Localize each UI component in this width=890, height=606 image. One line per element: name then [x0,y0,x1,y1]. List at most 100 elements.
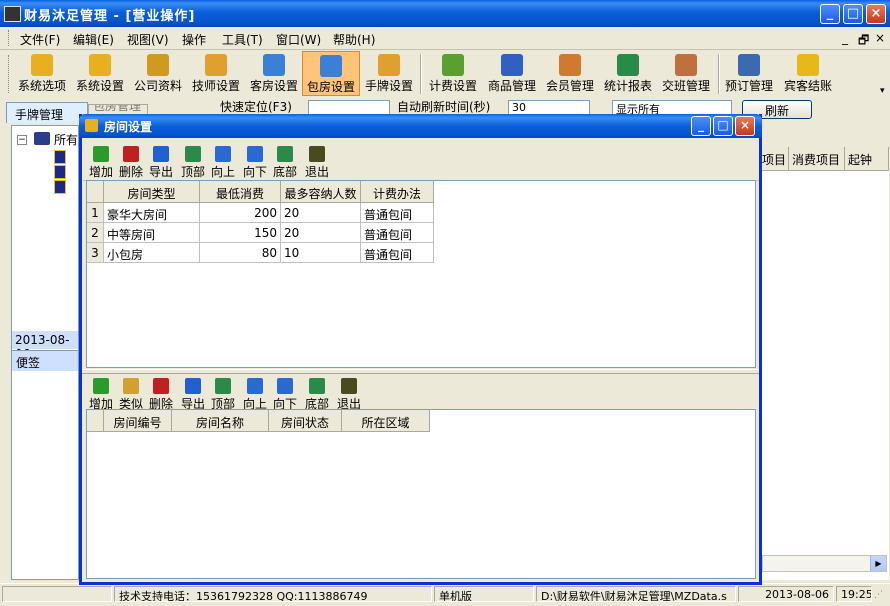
cell-min-spend[interactable]: 150 [200,223,281,243]
cell-room-type[interactable]: 中等房间 [104,223,200,243]
exit-icon [341,378,357,394]
status-empty [2,586,112,602]
toolbar-button-label: 商品管理 [487,79,536,93]
toolbar-button-label: 交班管理 [661,79,710,93]
dialog-maximize-button[interactable]: □ [713,116,733,136]
toolbar-button-label: 包房设置 [306,80,355,94]
header-billing[interactable]: 计费办法 [361,181,434,203]
chart-icon [617,54,639,76]
header-room-status[interactable]: 房间状态 [269,410,342,432]
scroll-right-icon[interactable]: ▶ [870,556,886,571]
menu-file[interactable]: 文件(F) [20,31,60,48]
toolbar-button-9[interactable]: 会员管理 [542,51,598,96]
resize-grip-icon[interactable]: ⋰ [874,590,886,602]
menu-help[interactable]: 帮助(H) [333,31,375,48]
minimize-button[interactable]: _ [820,4,840,24]
toolbar-button-6[interactable]: 手牌设置 [362,51,416,96]
dialog-button-label: 导出 [148,165,173,179]
toolbar-button-8[interactable]: 商品管理 [484,51,540,96]
key-icon [89,54,111,76]
toolbar-button-12[interactable]: 预订管理 [722,51,776,96]
grid-header-consume-item[interactable]: 消费项目 [789,147,845,171]
toolbar-button-5[interactable]: 包房设置 [302,51,360,96]
horizontal-scrollbar[interactable]: ▶ [762,555,887,572]
quick-locate-label: 快速定位(F3) [220,100,292,114]
export-icon [153,146,169,162]
grid-header-start-time[interactable]: 起钟 [845,147,889,171]
row-number: 2 [87,223,104,243]
cell-max-people[interactable]: 20 [281,203,361,223]
toolbar-button-3[interactable]: 技师设置 [188,51,244,96]
grid-corner [87,410,104,432]
mdi-close-button[interactable]: × [875,31,885,45]
cell-min-spend[interactable]: 80 [200,243,281,263]
dialog-top-button[interactable]: 顶部 [179,144,207,182]
cell-billing[interactable]: 普通包间 [361,203,434,223]
dialog-up-button[interactable]: 向上 [209,144,237,182]
header-area[interactable]: 所在区域 [342,410,430,432]
toolbar-button-10[interactable]: 统计报表 [600,51,656,96]
dialog-title-bar[interactable]: 房间设置 _ □ × [79,114,762,138]
cell-room-type[interactable]: 豪华大房间 [104,203,200,223]
cell-billing[interactable]: 普通包间 [361,243,434,263]
toolbar-button-11[interactable]: 交班管理 [658,51,714,96]
tree-root-label[interactable]: 所有 [54,131,78,148]
dialog-export-button[interactable]: 导出 [147,144,175,182]
toolbar-button-label: 技师设置 [191,79,240,93]
cell-max-people[interactable]: 20 [281,223,361,243]
header-room-name[interactable]: 房间名称 [172,410,269,432]
maximize-button[interactable]: □ [843,4,863,24]
stapler-icon [738,54,760,76]
menu-grip[interactable] [8,30,12,46]
dialog-exit-button[interactable]: 退出 [303,144,331,182]
dialog-close-button[interactable]: × [735,116,755,136]
box-icon [501,54,523,76]
toolbar-overflow-icon[interactable]: ▾ [880,86,885,96]
cell-billing[interactable]: 普通包间 [361,223,434,243]
toolbar-button-label: 计费设置 [428,79,477,93]
header-min-spend[interactable]: 最低消费 [200,181,281,203]
menu-edit[interactable]: 编辑(E) [73,31,114,48]
toolbar-button-0[interactable]: 系统选项 [14,51,70,96]
tree-item-icon[interactable] [54,165,66,179]
dialog-minimize-button[interactable]: _ [691,116,711,136]
toolbar-button-2[interactable]: 公司资料 [130,51,186,96]
menu-tools[interactable]: 工具(T) [222,31,263,48]
cell-min-spend[interactable]: 200 [200,203,281,223]
dialog-down-button[interactable]: 向下 [241,144,269,182]
cell-room-type[interactable]: 小包房 [104,243,200,263]
mdi-minimize-button[interactable]: _ [842,31,848,45]
toolbar-button-4[interactable]: 客房设置 [246,51,302,96]
toolbar-button-7[interactable]: 计费设置 [425,51,481,96]
note-label: 便签 [16,356,41,370]
header-room-no[interactable]: 房间编号 [104,410,172,432]
toolbar-button-13[interactable]: 宾客结账 [780,51,836,96]
grid-header-item[interactable]: 项目 [759,147,789,171]
tree-item-icon[interactable] [54,150,66,164]
close-button[interactable]: × [866,4,886,24]
header-max-people[interactable]: 最多容纳人数 [281,181,361,203]
status-bar: 技术支持电话：15361792328 QQ:1113886749 单机版 D:\… [0,583,890,606]
mdi-restore-button[interactable]: 🗗 [858,31,869,52]
auto-refresh-label: 自动刷新时间(秒) [397,100,491,114]
grid-corner [87,181,104,203]
dialog-button-label: 底部 [272,165,297,179]
toolbar-button-1[interactable]: 系统设置 [72,51,128,96]
menu-window[interactable]: 窗口(W) [276,31,321,48]
cell-max-people[interactable]: 10 [281,243,361,263]
toolbar-grip[interactable] [8,55,12,93]
dialog-add-button[interactable]: 增加 [87,144,115,182]
money-icon [442,54,464,76]
main-toolbar: 系统选项 系统设置 公司资料 技师设置 客房设置 包房设置 手牌设置 计费设置 商品管理 会员管理… [0,50,890,99]
tree-item-icon[interactable] [54,180,66,194]
tree-collapse-icon[interactable]: − [17,135,27,145]
menu-view[interactable]: 视图(V) [127,31,169,48]
tab-hand-card[interactable]: 手牌管理 [6,102,88,123]
menu-bar: 文件(F) 编辑(E) 视图(V) 操作 工具(T) 窗口(W) 帮助(H) _… [0,27,890,50]
main-title-bar: 财易沐足管理 - [营业操作] _ □ × [0,0,890,27]
menu-operate[interactable]: 操作 [182,31,206,48]
dialog-bottom-button[interactable]: 底部 [271,144,299,182]
header-room-type[interactable]: 房间类型 [104,181,200,203]
dialog-button-label: 增加 [88,165,113,179]
dialog-delete-button[interactable]: 删除 [117,144,145,182]
